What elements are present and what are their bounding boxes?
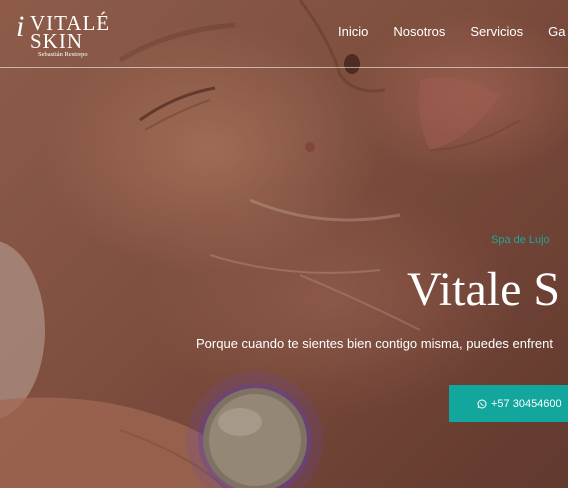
logo-text-skin: SKIN — [30, 29, 84, 53]
nav-item-nosotros[interactable]: Nosotros — [393, 24, 445, 39]
brand-logo[interactable]: i VITALÉ SKIN Sebastián Restrepo — [16, 10, 112, 59]
header-divider — [0, 67, 568, 68]
nav-item-galeria[interactable]: Ga — [548, 24, 565, 39]
logo-mark: i — [16, 10, 25, 43]
main-nav: Inicio Nosotros Servicios Ga — [338, 24, 565, 39]
nav-item-servicios[interactable]: Servicios — [470, 24, 523, 39]
cta-label: +57 30454600 — [491, 397, 562, 410]
whatsapp-icon — [477, 399, 487, 408]
hero-subtitle: Porque cuando te sientes bien contigo mi… — [196, 336, 554, 351]
nav-item-inicio[interactable]: Inicio — [338, 24, 368, 39]
hero-eyebrow: Spa de Lujo — [491, 234, 550, 246]
whatsapp-cta-button[interactable]: +57 30454600 — [449, 385, 568, 422]
logo-subtitle: Sebastián Restrepo — [38, 51, 88, 58]
hero-title: Vitale S — [407, 263, 561, 316]
